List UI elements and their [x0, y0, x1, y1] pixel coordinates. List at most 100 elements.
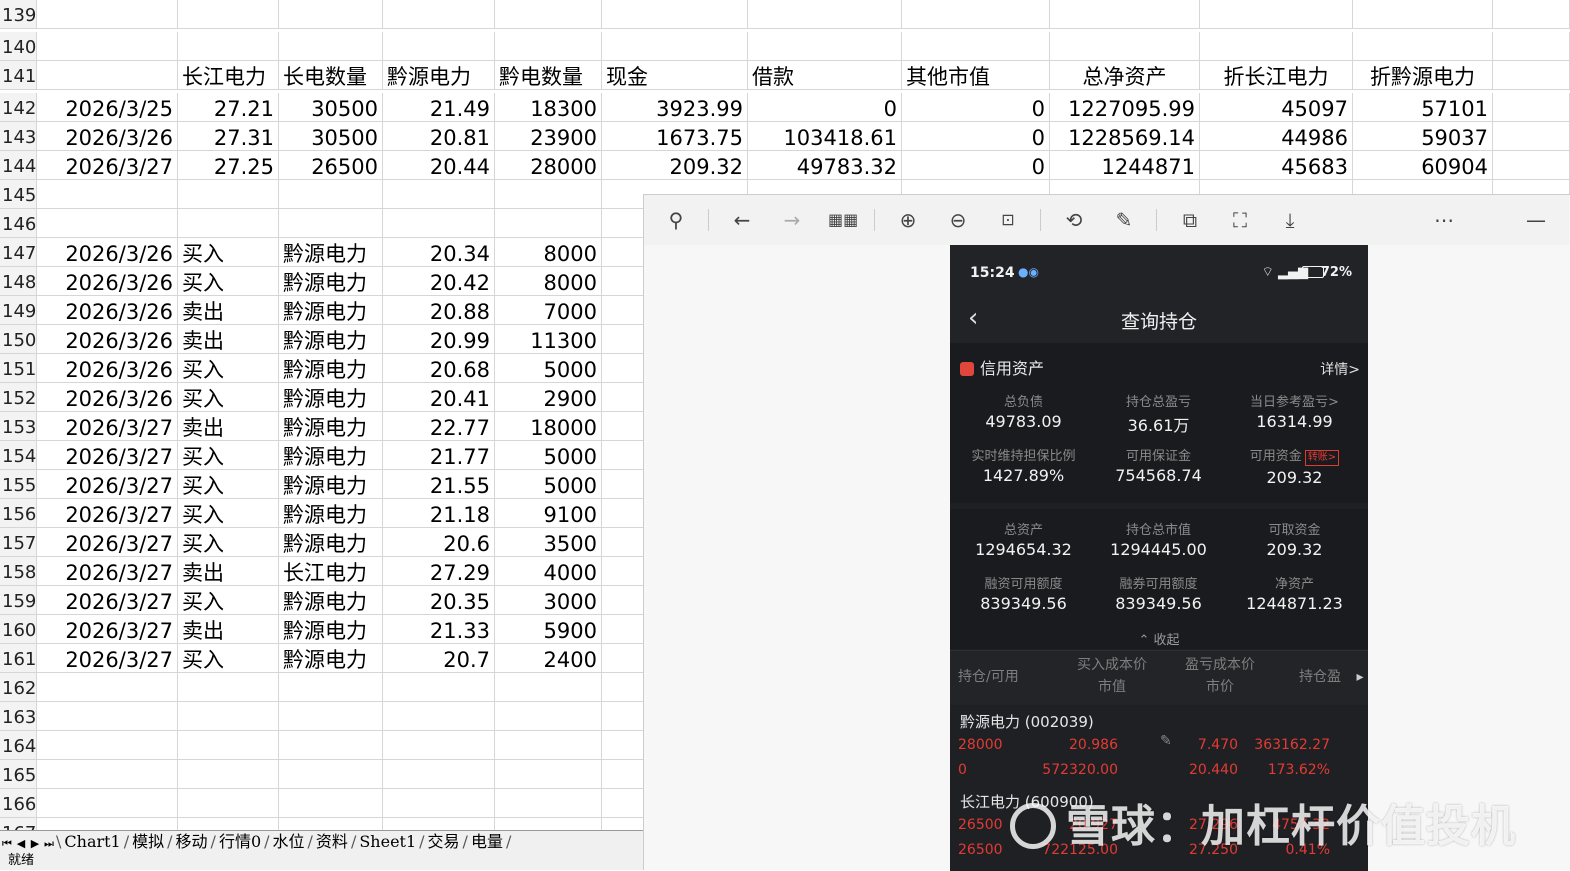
- cell[interactable]: 卖出: [178, 325, 279, 354]
- cell[interactable]: 买入: [178, 238, 279, 267]
- cell[interactable]: [495, 32, 602, 61]
- cell[interactable]: 45683: [1200, 151, 1353, 180]
- cell[interactable]: [279, 180, 383, 209]
- cell[interactable]: 长江电力: [279, 557, 383, 586]
- cell[interactable]: 28000: [495, 151, 602, 180]
- cell[interactable]: 0: [902, 151, 1050, 180]
- cell[interactable]: [383, 0, 495, 29]
- cell[interactable]: [383, 32, 495, 61]
- cell[interactable]: 20.41: [383, 383, 495, 412]
- cell[interactable]: [748, 0, 902, 29]
- col-position[interactable]: 持仓/可用: [958, 667, 1028, 687]
- cell[interactable]: 2026/3/25: [37, 93, 178, 122]
- sheet-tab[interactable]: 模拟: [129, 831, 167, 853]
- cell[interactable]: 18000: [495, 412, 602, 441]
- cell[interactable]: 27.31: [178, 122, 279, 151]
- cell[interactable]: 20.42: [383, 267, 495, 296]
- cell[interactable]: 黔源电力: [279, 615, 383, 644]
- cell[interactable]: [279, 32, 383, 61]
- cell[interactable]: 20.6: [383, 528, 495, 557]
- cell[interactable]: 现金: [602, 61, 748, 90]
- cell[interactable]: 2026/3/26: [37, 238, 178, 267]
- edit-cost-icon[interactable]: ✎: [1160, 733, 1172, 749]
- col-buy-cost[interactable]: 买入成本价: [1062, 655, 1162, 675]
- cell[interactable]: [383, 180, 495, 209]
- cell[interactable]: 209.32: [602, 151, 748, 180]
- cell[interactable]: 买入: [178, 499, 279, 528]
- cell[interactable]: 3000: [495, 586, 602, 615]
- cell[interactable]: 5000: [495, 441, 602, 470]
- row-header[interactable]: 157: [0, 528, 37, 557]
- row-header[interactable]: 143: [0, 122, 37, 151]
- cell[interactable]: 黔源电力: [279, 470, 383, 499]
- cell[interactable]: 黔源电力: [279, 441, 383, 470]
- cell[interactable]: [1200, 32, 1353, 61]
- cell[interactable]: 黔源电力: [279, 644, 383, 673]
- cell[interactable]: [37, 32, 178, 61]
- cell[interactable]: 2026/3/27: [37, 499, 178, 528]
- cell[interactable]: [383, 731, 495, 760]
- cell[interactable]: [495, 731, 602, 760]
- cell[interactable]: [37, 180, 178, 209]
- cell[interactable]: [1493, 122, 1570, 151]
- cell[interactable]: 买入: [178, 470, 279, 499]
- cell[interactable]: [1493, 151, 1570, 180]
- cell[interactable]: [37, 731, 178, 760]
- row-header[interactable]: 144: [0, 151, 37, 180]
- cell[interactable]: 3500: [495, 528, 602, 557]
- cell[interactable]: 黔源电力: [279, 499, 383, 528]
- cell[interactable]: 20.88: [383, 296, 495, 325]
- row-header[interactable]: 154: [0, 441, 37, 470]
- cell[interactable]: 黔源电力: [279, 383, 383, 412]
- cell[interactable]: 20.35: [383, 586, 495, 615]
- cell[interactable]: [37, 789, 178, 818]
- cell[interactable]: 21.49: [383, 93, 495, 122]
- col-price[interactable]: 市价: [1170, 677, 1270, 697]
- cell[interactable]: 3923.99: [602, 93, 748, 122]
- cell[interactable]: 0: [748, 93, 902, 122]
- cell[interactable]: [1493, 61, 1570, 90]
- cell[interactable]: 20.99: [383, 325, 495, 354]
- last-sheet-icon[interactable]: ⏭: [42, 833, 56, 853]
- transfer-button[interactable]: 转账>: [1304, 450, 1340, 466]
- cell[interactable]: 20.34: [383, 238, 495, 267]
- row-header[interactable]: 160: [0, 615, 37, 644]
- actual-size-icon[interactable]: ⊡: [994, 207, 1022, 233]
- cell[interactable]: [1493, 93, 1570, 122]
- cell[interactable]: 卖出: [178, 557, 279, 586]
- row-header[interactable]: 149: [0, 296, 37, 325]
- cell[interactable]: 1227095.99: [1050, 93, 1200, 122]
- row-header[interactable]: 140: [0, 32, 37, 61]
- row-header[interactable]: 161: [0, 644, 37, 673]
- cell[interactable]: [1493, 32, 1570, 61]
- row-header[interactable]: 141: [0, 61, 37, 90]
- row-header[interactable]: 166: [0, 789, 37, 818]
- cell[interactable]: 买入: [178, 383, 279, 412]
- cell[interactable]: 卖出: [178, 412, 279, 441]
- cell[interactable]: [37, 0, 178, 29]
- cell[interactable]: [495, 789, 602, 818]
- cell[interactable]: 2026/3/26: [37, 325, 178, 354]
- cell[interactable]: [1050, 32, 1200, 61]
- grid-view-icon[interactable]: ▦▦: [828, 207, 858, 233]
- cell[interactable]: 黔电数量: [495, 61, 602, 90]
- col-pl-cost[interactable]: 盈亏成本价: [1170, 655, 1270, 675]
- cell[interactable]: [1050, 0, 1200, 29]
- cell[interactable]: 21.33: [383, 615, 495, 644]
- pin-icon[interactable]: ⚲: [662, 207, 690, 233]
- cell[interactable]: 103418.61: [748, 122, 902, 151]
- cell[interactable]: 借款: [748, 61, 902, 90]
- cell[interactable]: [178, 209, 279, 238]
- cell[interactable]: 20.7: [383, 644, 495, 673]
- row-header[interactable]: 164: [0, 731, 37, 760]
- edit-icon[interactable]: ✎: [1110, 207, 1138, 233]
- cell[interactable]: 黔源电力: [279, 354, 383, 383]
- cell[interactable]: 60904: [1353, 151, 1493, 180]
- cell[interactable]: 23900: [495, 122, 602, 151]
- cell[interactable]: 黔源电力: [279, 412, 383, 441]
- cell[interactable]: 21.77: [383, 441, 495, 470]
- cell[interactable]: 21.18: [383, 499, 495, 528]
- cell[interactable]: 折长江电力: [1200, 61, 1353, 90]
- cell[interactable]: 2026/3/27: [37, 586, 178, 615]
- cell[interactable]: [1353, 0, 1493, 29]
